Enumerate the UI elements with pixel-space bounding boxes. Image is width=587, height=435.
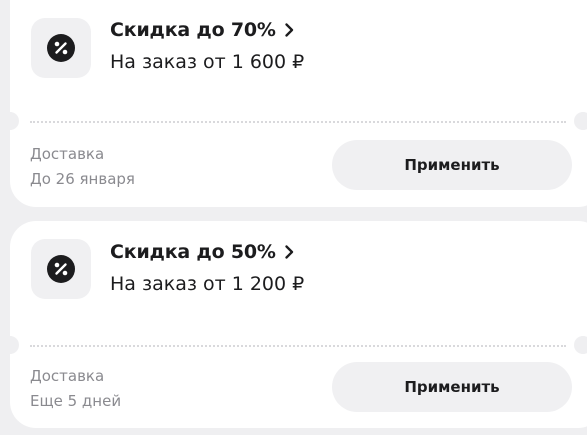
coupon-title-link[interactable]: Скидка до 70% xyxy=(110,19,294,41)
ticket-notch-left xyxy=(1,336,19,354)
coupon-title: Скидка до 50% xyxy=(110,241,276,263)
perforation-divider xyxy=(30,121,566,123)
coupon-title-link[interactable]: Скидка до 50% xyxy=(110,241,294,263)
coupon-list: Скидка до 70% На заказ от 1 600 ₽ Достав… xyxy=(0,0,587,435)
perforation-divider xyxy=(30,345,566,347)
percent-badge-icon xyxy=(47,255,75,283)
apply-button[interactable]: Применить xyxy=(332,362,572,412)
coupon-icon-box xyxy=(31,18,91,78)
coupon-condition: На заказ от 1 200 ₽ xyxy=(110,273,305,295)
coupon-meta-value: До 26 января xyxy=(30,170,135,188)
coupon-meta-label: Доставка xyxy=(30,367,105,385)
coupon-meta-value: Еще 5 дней xyxy=(30,392,122,410)
ticket-notch-right xyxy=(574,112,587,130)
coupon-card: Скидка до 70% На заказ от 1 600 ₽ Достав… xyxy=(1,0,587,207)
chevron-right-icon xyxy=(285,245,293,259)
ticket-notch-right xyxy=(574,336,587,354)
apply-button[interactable]: Применить xyxy=(332,140,572,190)
percent-badge-icon xyxy=(47,34,75,62)
coupon-title: Скидка до 70% xyxy=(110,19,276,41)
coupon-meta-label: Доставка xyxy=(30,145,105,163)
coupon-condition: На заказ от 1 600 ₽ xyxy=(110,51,305,73)
coupon-icon-box xyxy=(31,239,91,299)
ticket-notch-left xyxy=(1,112,19,130)
coupon-card: Скидка до 50% На заказ от 1 200 ₽ Достав… xyxy=(1,221,587,428)
chevron-right-icon xyxy=(285,23,293,37)
